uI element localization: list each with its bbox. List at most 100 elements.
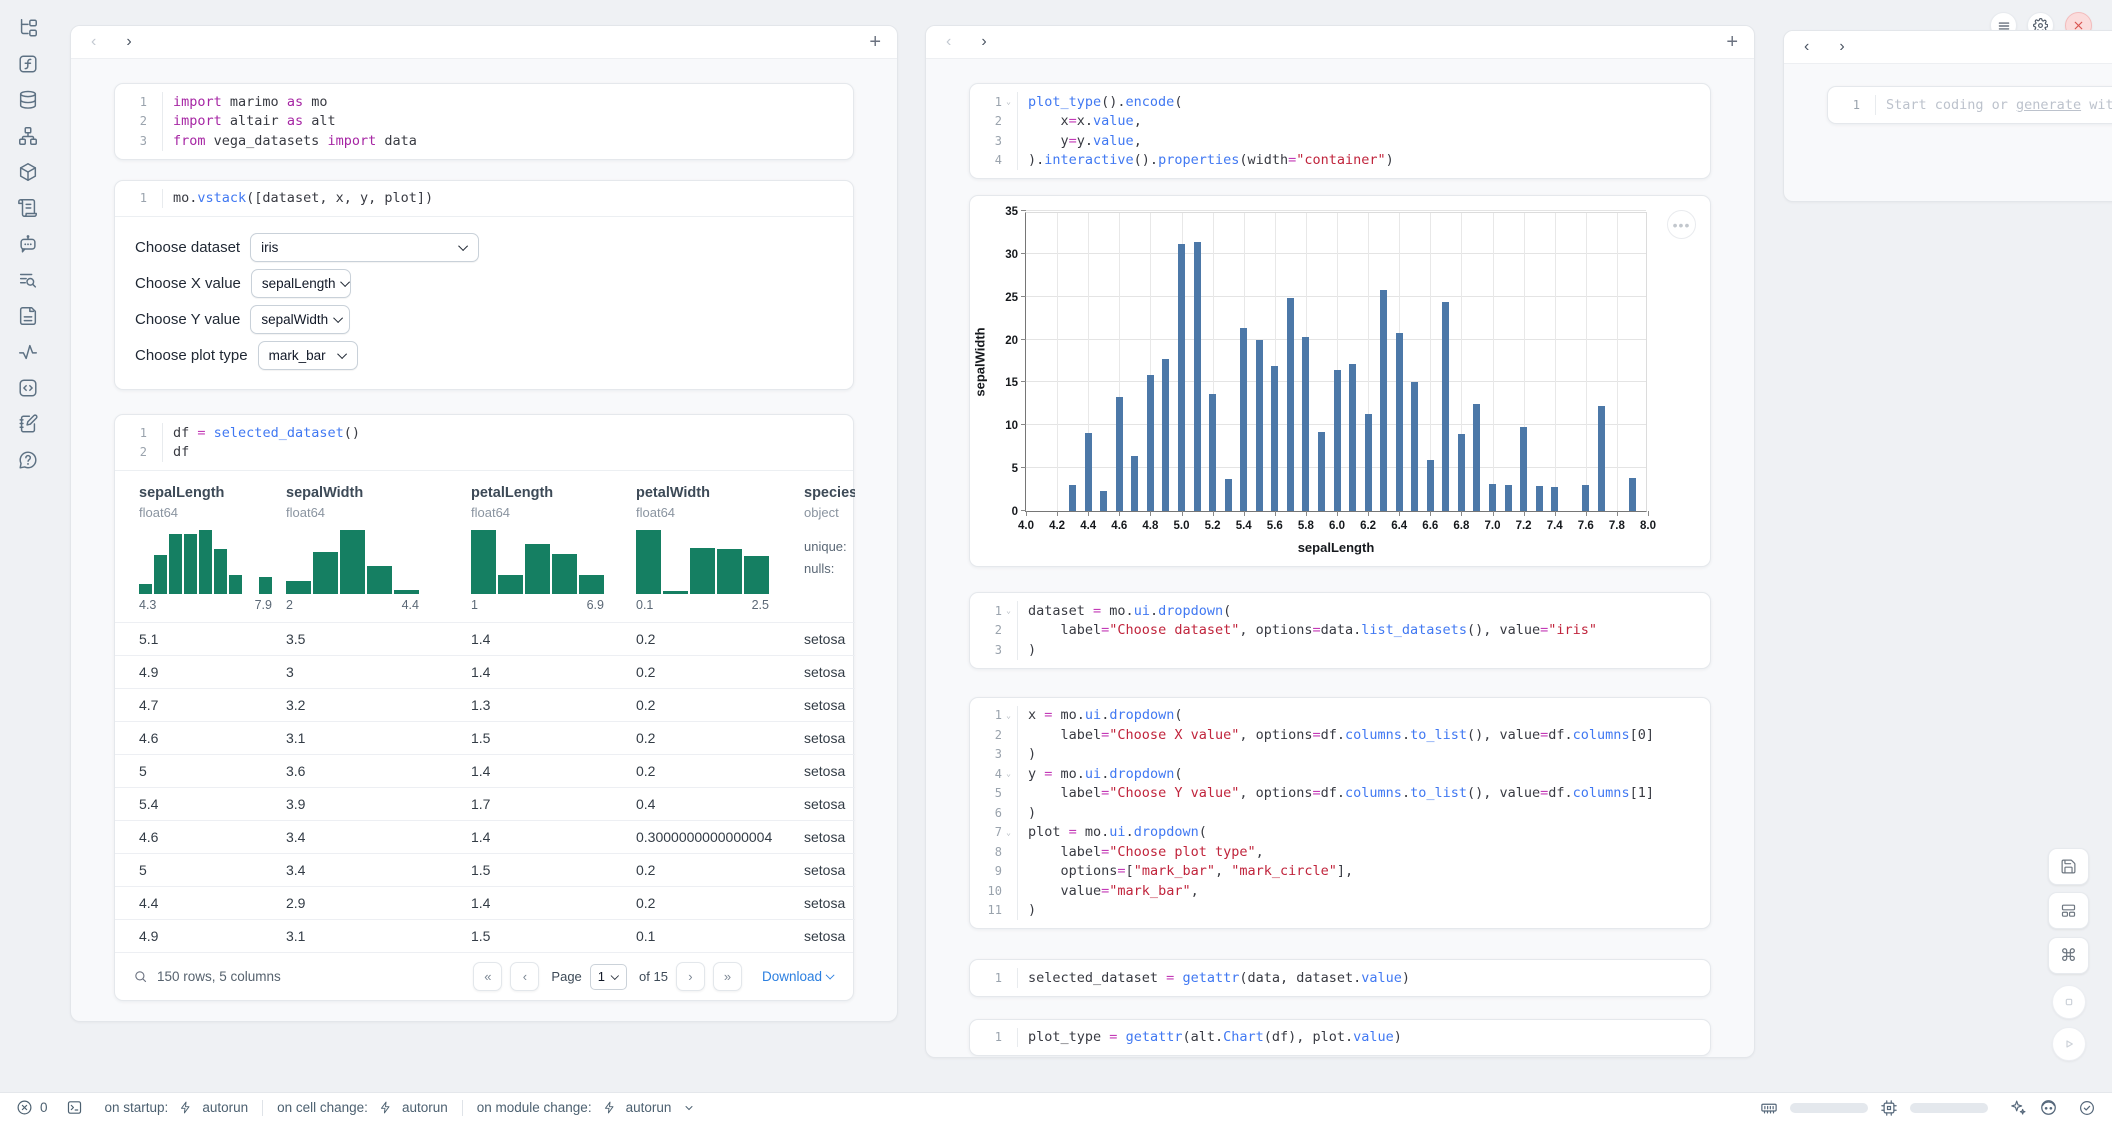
- column-prev-button[interactable]: ‹: [1800, 39, 1813, 55]
- gridline-v: [1586, 213, 1587, 511]
- table-row[interactable]: 53.61.40.2setosa: [115, 754, 855, 787]
- x-tick-mark: [1461, 511, 1462, 516]
- vstack-code-area[interactable]: 1mo.vstack([dataset, x, y, plot]): [115, 181, 853, 217]
- column-header-sepalWidth[interactable]: sepalWidthfloat6424.4: [286, 485, 471, 612]
- table-row[interactable]: 53.41.50.2setosa: [115, 853, 855, 886]
- code-cell-selected-dataset[interactable]: 1selected_dataset = getattr(data, datase…: [969, 959, 1711, 997]
- table-row[interactable]: 4.73.21.30.2setosa: [115, 688, 855, 721]
- choose-dataset-select[interactable]: iris: [250, 233, 479, 262]
- column-header-petalWidth[interactable]: petalWidthfloat640.12.5: [636, 485, 804, 612]
- df-code-area[interactable]: 1df = selected_dataset()2df: [115, 415, 853, 470]
- table-row[interactable]: 5.43.91.70.4setosa: [115, 787, 855, 820]
- column-next-button[interactable]: ›: [1835, 39, 1848, 55]
- layout-button[interactable]: [2048, 892, 2089, 929]
- table-row[interactable]: 4.63.11.50.2setosa: [115, 721, 855, 754]
- fold-chevron-icon[interactable]: ⌄: [1002, 711, 1015, 720]
- code-square-icon[interactable]: [17, 377, 39, 399]
- stop-icon: [2061, 994, 2077, 1010]
- column-header-sepalLength[interactable]: sepalLengthfloat644.37.9: [115, 485, 286, 612]
- file-tree-icon[interactable]: [17, 17, 39, 39]
- table-row[interactable]: 5.13.51.40.2setosa: [115, 622, 855, 655]
- code-text: ): [1018, 746, 1036, 762]
- sparkles-icon[interactable]: [2008, 1098, 2027, 1117]
- x-tick-label: 5.4: [1229, 520, 1259, 532]
- column-header-species[interactable]: speciesobjectunique:nulls:: [804, 485, 855, 612]
- column-next-button[interactable]: ›: [122, 34, 135, 50]
- y-tick-label: 5: [984, 463, 1018, 475]
- empty-code-cell[interactable]: 1 Start coding or generate with: [1827, 86, 2112, 124]
- setting-label: on startup:: [105, 1100, 169, 1115]
- download-button[interactable]: Download: [762, 969, 835, 984]
- scroll-icon[interactable]: [17, 197, 39, 219]
- code-cell-plot-type[interactable]: 1plot_type = getattr(alt.Chart(df), plot…: [969, 1019, 1711, 1057]
- function-icon[interactable]: [17, 53, 39, 75]
- next-page-button[interactable]: ›: [676, 962, 705, 991]
- table-cell: 3.4: [286, 829, 471, 845]
- table-row[interactable]: 4.931.40.2setosa: [115, 655, 855, 688]
- runtime-setting-2[interactable]: on module change:autorun: [477, 1100, 696, 1115]
- chart-bar: [1520, 427, 1527, 511]
- column-2-header: ‹ › +: [926, 26, 1754, 59]
- chart-actions-button[interactable]: •••: [1667, 210, 1696, 239]
- save-button[interactable]: [2048, 848, 2089, 885]
- last-page-button[interactable]: »: [713, 962, 742, 991]
- chat-bot-icon[interactable]: [17, 233, 39, 255]
- assistant-icon[interactable]: [2039, 1098, 2058, 1117]
- column-prev-button[interactable]: ‹: [942, 34, 955, 50]
- x-tick-label: 7.6: [1571, 520, 1601, 532]
- memory-icon[interactable]: [1760, 1099, 1778, 1117]
- help-bubble-icon[interactable]: [17, 449, 39, 471]
- run-button[interactable]: [2052, 1027, 2086, 1061]
- code-cell-imports[interactable]: 1import marimo as mo2import altair as al…: [114, 83, 854, 160]
- fold-chevron-icon[interactable]: ⌄: [1002, 828, 1015, 837]
- choose-x-value-select[interactable]: sepalLength: [251, 269, 351, 298]
- errors-indicator[interactable]: 0: [16, 1099, 48, 1116]
- code-text: df = selected_dataset(): [163, 425, 360, 441]
- activity-icon[interactable]: [17, 341, 39, 363]
- chart-bar: [1131, 456, 1138, 511]
- table-row[interactable]: 4.42.91.40.2setosa: [115, 886, 855, 919]
- check-circle-icon[interactable]: [2078, 1099, 2096, 1117]
- code-text: label="Choose X value", options=df.colum…: [1018, 727, 1654, 743]
- code-line: 1selected_dataset = getattr(data, datase…: [970, 968, 1710, 988]
- code-cell-dataset[interactable]: 1⌄dataset = mo.ui.dropdown(2 label="Choo…: [969, 592, 1711, 669]
- prev-page-button[interactable]: ‹: [510, 962, 539, 991]
- x-tick-label: 6.0: [1322, 520, 1352, 532]
- package-icon[interactable]: [17, 161, 39, 183]
- cpu-icon[interactable]: [1880, 1099, 1898, 1117]
- code-cell-dropdowns[interactable]: 1⌄x = mo.ui.dropdown(2 label="Choose X v…: [969, 697, 1711, 930]
- line-gutter: 1⌄: [970, 601, 1018, 621]
- page-number-select[interactable]: 1: [590, 964, 627, 990]
- stop-button[interactable]: [2052, 985, 2086, 1019]
- search-icon[interactable]: [133, 969, 148, 984]
- generate-link[interactable]: generate: [2016, 97, 2081, 113]
- table-row[interactable]: 4.63.41.40.3000000000000004setosa: [115, 820, 855, 853]
- first-page-button[interactable]: «: [473, 962, 502, 991]
- line-gutter: 3: [970, 131, 1018, 151]
- add-cell-button[interactable]: +: [869, 32, 881, 52]
- fold-chevron-icon[interactable]: ⌄: [1002, 606, 1015, 615]
- document-icon[interactable]: [17, 305, 39, 327]
- text-search-icon[interactable]: [17, 269, 39, 291]
- table-cell: 1.5: [471, 862, 636, 878]
- command-palette-button[interactable]: ⌘: [2048, 937, 2089, 974]
- database-icon[interactable]: [17, 89, 39, 111]
- table-row[interactable]: 4.93.11.50.1setosa: [115, 919, 855, 952]
- add-cell-button[interactable]: +: [1726, 32, 1738, 52]
- bar-chart[interactable]: sepalWidth sepalLength 051015202530354.0…: [1025, 212, 1647, 512]
- runtime-setting-1[interactable]: on cell change:autorun: [277, 1100, 448, 1115]
- network-icon[interactable]: [17, 125, 39, 147]
- y-tick-label: 30: [984, 249, 1018, 261]
- choose-y-value-select[interactable]: sepalWidth: [250, 305, 350, 334]
- runtime-setting-0[interactable]: on startup:autorun: [105, 1100, 249, 1115]
- column-next-button[interactable]: ›: [977, 34, 990, 50]
- code-cell-plot[interactable]: 1⌄plot_type().encode(2 x=x.value,3 y=y.v…: [969, 83, 1711, 179]
- column-header-petalLength[interactable]: petalLengthfloat6416.9: [471, 485, 636, 612]
- fold-chevron-icon[interactable]: ⌄: [1002, 769, 1015, 778]
- fold-chevron-icon[interactable]: ⌄: [1002, 97, 1015, 106]
- notebook-pen-icon[interactable]: [17, 413, 39, 435]
- terminal-button[interactable]: [66, 1099, 83, 1116]
- chart-bar: [1396, 333, 1403, 511]
- column-prev-button[interactable]: ‹: [87, 34, 100, 50]
- choose-plot-type-select[interactable]: mark_bar: [258, 341, 358, 370]
